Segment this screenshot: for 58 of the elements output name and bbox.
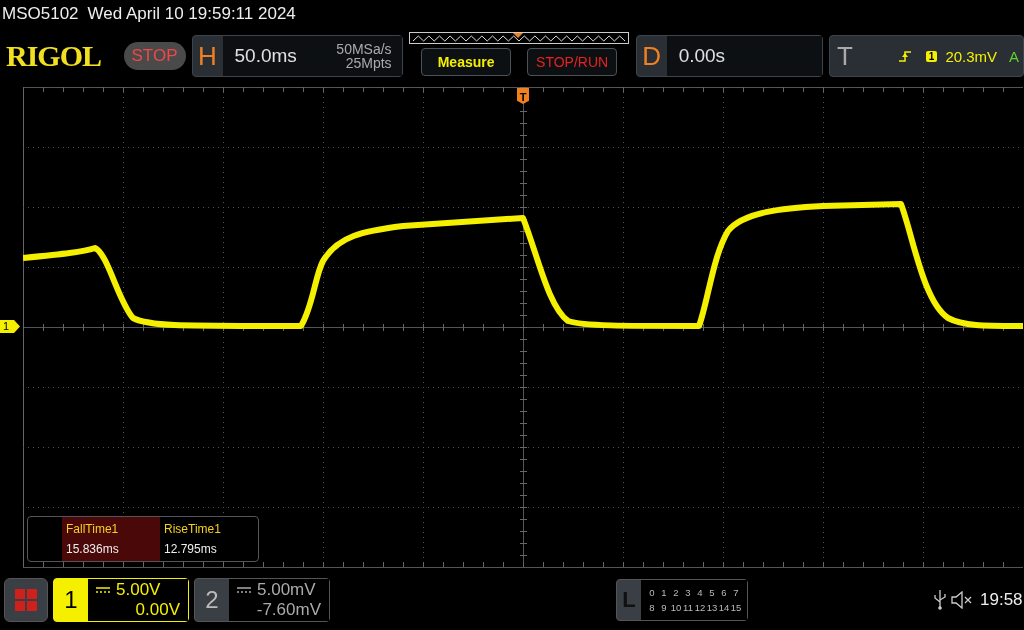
measurement-value: 15.836ms — [66, 542, 120, 556]
measurement-item[interactable]: RiseTime1 12.795ms — [160, 517, 258, 561]
logic-channel-number: 1 — [660, 587, 668, 598]
measurement-name: FallTime1 — [66, 522, 120, 536]
date-time: Wed April 10 19:59:11 2024 — [87, 4, 296, 24]
logic-channel-number: 5 — [708, 587, 716, 598]
grid-squares-icon — [15, 589, 37, 611]
delay-value: 0.00s — [666, 36, 822, 76]
model-name: MSO5102 — [2, 4, 79, 24]
channel-panel[interactable]: 2 5.00mV -7.60mV — [194, 578, 330, 622]
speaker-muted-icon — [951, 591, 973, 609]
logic-channel-number: 12 — [694, 602, 706, 613]
measurement-item[interactable]: FallTime1 15.836ms — [62, 517, 160, 561]
logic-channel-number: 10 — [670, 602, 682, 613]
trigger-label: T — [835, 40, 854, 72]
trigger-mode: A — [1009, 47, 1020, 65]
channel-number: 1 — [63, 585, 79, 615]
brand-logo: RIGOL — [6, 39, 103, 73]
channel-number: 2 — [204, 585, 220, 615]
horizontal-label: H — [197, 40, 218, 72]
logic-channel-number: 2 — [672, 587, 680, 598]
logic-channel-number: 8 — [648, 602, 656, 613]
delay-label: D — [641, 40, 663, 72]
logic-channel-number: 11 — [682, 602, 694, 613]
channel-scale: 5.00mV — [257, 580, 316, 600]
channel-offset: -7.60mV — [256, 600, 321, 620]
measurement-name: RiseTime1 — [164, 522, 222, 536]
memory-depth: 25Mpts — [345, 56, 392, 70]
logic-channel-number: 3 — [684, 587, 692, 598]
system-clock: 19:58 — [980, 590, 1023, 610]
trigger-position-marker[interactable]: T — [517, 88, 529, 104]
logic-channel-number: 9 — [660, 602, 668, 613]
dc-coupling-icon — [237, 586, 251, 594]
delay-panel[interactable]: D 0.00s — [635, 35, 823, 77]
logic-channel-number: 6 — [720, 587, 728, 598]
usb-icon — [934, 590, 946, 610]
channel-scale: 5.00V — [116, 580, 161, 600]
rising-edge-icon — [897, 49, 912, 63]
trigger-panel[interactable]: T 1 20.3mV A — [828, 35, 1024, 77]
measure-button[interactable]: Measure — [421, 48, 512, 76]
channel-panel[interactable]: 1 5.00V 0.00V — [53, 578, 189, 622]
sample-rate: 50MSa/s — [336, 42, 392, 56]
trigger-level: 20.3mV — [945, 47, 998, 65]
logic-channel-number: 15 — [730, 602, 742, 613]
logic-channel-number: 14 — [718, 602, 730, 613]
channel-offset: 0.00V — [135, 600, 180, 620]
menu-button[interactable] — [4, 578, 48, 622]
logic-channel-number: 4 — [696, 587, 704, 598]
measurement-value: 12.795ms — [164, 542, 218, 556]
timebase-value: 50.0ms — [222, 36, 337, 76]
logic-channel-number: 7 — [732, 587, 740, 598]
logic-channel-number: 13 — [706, 602, 718, 613]
logic-channel-number: 0 — [648, 587, 656, 598]
dc-coupling-icon — [96, 586, 110, 594]
horizontal-panel[interactable]: H 50.0ms 50MSa/s 25Mpts — [191, 35, 403, 77]
stop-run-button[interactable]: STOP/RUN — [527, 48, 618, 76]
channel-level-marker[interactable]: 1 — [0, 320, 20, 333]
trigger-source-badge: 1 — [925, 50, 938, 62]
